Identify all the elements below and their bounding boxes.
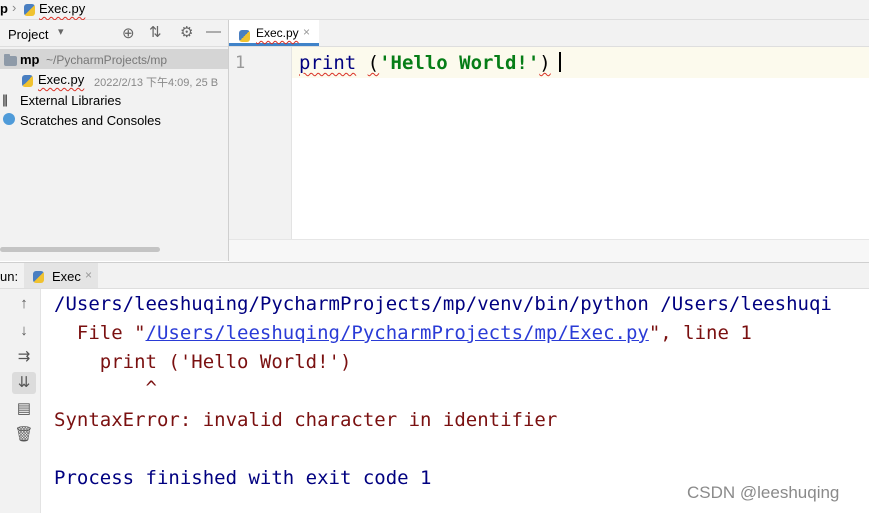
tree-item-path: ~/PycharmProjects/mp [46, 53, 168, 67]
tree-item-scratches[interactable]: Scratches and Consoles [0, 110, 228, 130]
close-icon[interactable]: × [85, 268, 92, 282]
breadcrumb: p › Exec.py [0, 0, 869, 20]
scratches-icon [3, 113, 15, 125]
tree-item-label: mp [20, 52, 40, 67]
scroll-to-end-icon[interactable]: ⇊ [12, 372, 36, 394]
console-file-link[interactable]: /Users/leeshuqing/PycharmProjects/mp/Exe… [146, 322, 649, 344]
folder-icon [4, 53, 17, 68]
breadcrumb-root[interactable]: p [0, 1, 8, 16]
run-label: un: [0, 269, 19, 284]
tree-item-label: Scratches and Consoles [20, 113, 161, 128]
chevron-right-icon: › [12, 0, 17, 15]
code-close-paren: ) [539, 52, 551, 74]
arrow-down-icon[interactable]: ↓ [12, 320, 36, 342]
locate-icon[interactable]: ⊕ [122, 24, 135, 42]
console-line-file: File "/Users/leeshuqing/PycharmProjects/… [54, 322, 752, 344]
project-view-label[interactable]: Project [8, 27, 48, 42]
code-line[interactable]: print ('Hello World!') [299, 51, 561, 75]
tree-item-label: External Libraries [20, 93, 122, 108]
tree-item-mp[interactable]: mp ~/PycharmProjects/mp [0, 49, 228, 69]
project-panel: Project ▾ ⊕ ⇅ ⚙ — mp ~/PycharmProjects/m… [0, 20, 229, 261]
run-panel: un: Exec × ↑ ↓ ⇉ ⇊ ▤ 🗑 /Users/leeshuqing… [0, 262, 869, 513]
console-line-caret: ^ [54, 377, 157, 399]
trash-icon[interactable]: 🗑 [12, 424, 36, 446]
minimize-icon[interactable]: — [206, 23, 221, 40]
code-string: 'Hello World!' [379, 52, 540, 74]
print-icon[interactable]: ▤ [12, 398, 36, 420]
tree-item-meta: 2022/2/13 下午4:09, 25 B [94, 77, 219, 89]
tree-item-label: Exec.py [38, 72, 85, 87]
python-file-icon [239, 27, 250, 45]
console-line-code: print ('Hello World!') [54, 351, 352, 373]
tree-item-external-libraries[interactable]: ||| External Libraries [0, 90, 228, 110]
watermark: CSDN @leeshuqing [687, 483, 840, 502]
console-line-error: SyntaxError: invalid character in identi… [54, 409, 558, 431]
editor-tabs: Exec.py × [229, 20, 869, 47]
python-file-icon [33, 269, 44, 284]
run-tab-label: Exec [52, 269, 81, 284]
chevron-down-icon[interactable]: ▾ [58, 25, 64, 38]
line-gutter: 1 [229, 47, 292, 239]
project-scrollbar[interactable] [0, 247, 160, 252]
text-caret [558, 52, 561, 72]
line-number: 1 [235, 53, 246, 73]
project-header: Project ▾ ⊕ ⇅ ⚙ — [0, 20, 228, 47]
tree-item-exec[interactable]: Exec.py 2022/2/13 下午4:09, 25 B [0, 69, 228, 89]
arrow-up-icon[interactable]: ↑ [12, 293, 36, 315]
python-file-icon [24, 2, 35, 17]
code-keyword: print [299, 52, 357, 74]
console-text: File " [54, 322, 146, 344]
library-icon: ||| [2, 92, 8, 107]
editor: Exec.py × 1 print ('Hello World!') [229, 20, 869, 262]
tab-run-exec[interactable]: Exec × [24, 263, 98, 288]
close-icon[interactable]: × [303, 25, 310, 39]
code-open-paren: ( [367, 52, 380, 74]
tab-exec-py[interactable]: Exec.py × [229, 20, 319, 46]
editor-scrollbar[interactable] [229, 239, 869, 262]
console-text: ", line 1 [648, 322, 752, 344]
console-line-command: /Users/leeshuqing/PycharmProjects/mp/ven… [54, 293, 832, 315]
soft-wrap-icon[interactable]: ⇉ [12, 346, 36, 368]
console-line-exit: Process finished with exit code 1 [54, 467, 432, 489]
run-toolbar: ↑ ↓ ⇉ ⇊ ▤ 🗑 [0, 289, 41, 513]
python-file-icon [22, 73, 33, 88]
breadcrumb-file[interactable]: Exec.py [39, 1, 85, 16]
run-header: un: Exec × [0, 263, 869, 289]
tab-label: Exec.py [256, 26, 299, 40]
gear-icon[interactable]: ⚙ [180, 23, 193, 41]
collapse-all-icon[interactable]: ⇅ [149, 23, 162, 41]
